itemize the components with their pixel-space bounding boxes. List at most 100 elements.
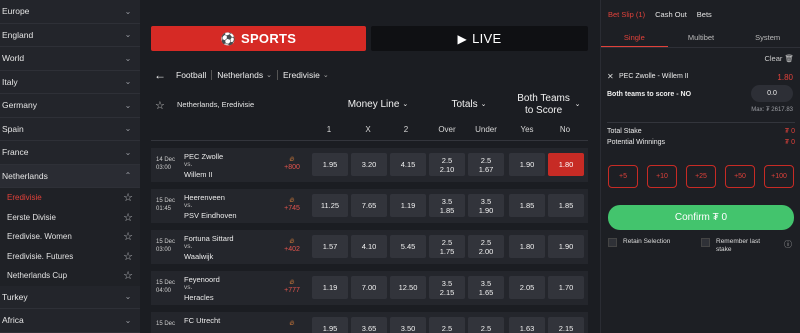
more-markets-link[interactable]: 🔥︎ +777: [279, 279, 305, 296]
breadcrumb-country[interactable]: Netherlands: [217, 70, 263, 80]
odd-button-2[interactable]: 12.50: [390, 276, 426, 299]
breadcrumb-football[interactable]: Football: [176, 70, 206, 80]
star-icon[interactable]: ☆: [122, 250, 134, 263]
star-icon[interactable]: ☆: [151, 99, 171, 112]
retain-selection-checkbox[interactable]: [608, 238, 617, 247]
odd-button-under[interactable]: 2.5 1.67: [468, 153, 504, 176]
odd-button-2[interactable]: 1.19: [390, 194, 426, 217]
stake-input[interactable]: 0.0: [751, 85, 793, 102]
odd-button-1[interactable]: 1.57: [312, 235, 348, 258]
odd-button-2[interactable]: 4.15: [390, 153, 426, 176]
retain-selection-option[interactable]: Retain Selection: [608, 238, 670, 247]
odd-button-over[interactable]: 2.5 2.10: [429, 153, 465, 176]
region-germany[interactable]: Germany ⌄: [0, 94, 140, 118]
odd-button-no-selected[interactable]: 1.80: [548, 153, 584, 176]
region-turkey[interactable]: Turkey ⌄: [0, 286, 140, 309]
odd-button-yes[interactable]: 1.85: [509, 194, 545, 217]
region-europe[interactable]: Europe ⌄: [0, 0, 140, 24]
market-totals-dropdown[interactable]: Totals ⌄: [429, 88, 509, 122]
odd-button-yes[interactable]: 1.63: [509, 317, 545, 333]
more-markets-link[interactable]: 🔥︎ +745: [279, 197, 305, 214]
quick-stake-100[interactable]: +100: [764, 165, 794, 188]
region-france[interactable]: France ⌄: [0, 141, 140, 165]
sports-button[interactable]: ⚽ SPORTS: [151, 26, 366, 51]
tab-bets[interactable]: Bets: [697, 10, 712, 19]
football-icon: ⚽: [220, 31, 236, 46]
tab-bet-slip[interactable]: Bet Slip (1): [608, 10, 645, 19]
star-icon[interactable]: ☆: [122, 211, 134, 224]
quick-stake-5[interactable]: +5: [608, 165, 638, 188]
match-teams[interactable]: Heerenveen vs. PSV Eindhoven: [184, 193, 274, 220]
odd-button-x[interactable]: 3.65: [351, 317, 387, 333]
market-moneyline-dropdown[interactable]: Money Line ⌄: [328, 88, 428, 122]
odd-button-yes[interactable]: 1.90: [509, 153, 545, 176]
mode-system[interactable]: System: [734, 30, 800, 47]
remember-stake-option[interactable]: Remember last stake: [701, 238, 776, 254]
region-spain[interactable]: Spain ⌄: [0, 118, 140, 141]
match-teams[interactable]: Feyenoord vs. Heracles: [184, 275, 274, 302]
odd-value: 3.50: [400, 324, 416, 333]
remember-stake-checkbox[interactable]: [701, 238, 710, 247]
odd-button-x[interactable]: 7.00: [351, 276, 387, 299]
breadcrumb-league[interactable]: Eredivisie: [283, 70, 320, 80]
confirm-button[interactable]: Confirm ₮ 0: [608, 205, 794, 230]
league-eerste-divisie[interactable]: Eerste Divisie ☆: [0, 207, 140, 227]
odd-button-1[interactable]: 1.95: [312, 317, 348, 333]
remove-selection-icon[interactable]: ✕: [607, 72, 614, 81]
home-team: Heerenveen: [184, 193, 225, 202]
clear-button[interactable]: Clear 🗑︎: [764, 54, 794, 63]
odd-button-no[interactable]: 1.85: [548, 194, 584, 217]
region-africa[interactable]: Africa ⌄: [0, 309, 140, 333]
odd-button-no[interactable]: 2.15: [548, 317, 584, 333]
league-eredivisie-futures[interactable]: Eredivisie. Futures ☆: [0, 246, 140, 266]
mode-multibet[interactable]: Multibet: [668, 30, 735, 47]
odd-button-x[interactable]: 7.65: [351, 194, 387, 217]
odd-button-yes[interactable]: 2.05: [509, 276, 545, 299]
odd-button-1[interactable]: 11.25: [312, 194, 348, 217]
odd-button-over[interactable]: 2.5: [429, 317, 465, 333]
tab-cash-out[interactable]: Cash Out: [655, 10, 687, 19]
odd-button-over[interactable]: 3.5 2.15: [429, 276, 465, 299]
odd-button-under[interactable]: 3.5 1.90: [468, 194, 504, 217]
odd-button-under[interactable]: 2.5 2.00: [468, 235, 504, 258]
back-arrow-icon[interactable]: ←: [154, 68, 166, 82]
league-eredivisie-women[interactable]: Eredivise. Women ☆: [0, 227, 140, 247]
mode-single[interactable]: Single: [601, 30, 668, 47]
more-markets-link[interactable]: 🔥︎ +800: [279, 156, 305, 173]
odd-button-2[interactable]: 3.50: [390, 317, 426, 333]
odd-button-1[interactable]: 1.19: [312, 276, 348, 299]
info-icon[interactable]: ⓘ: [784, 239, 792, 250]
odd-button-over[interactable]: 2.5 1.75: [429, 235, 465, 258]
more-markets-link[interactable]: 🔥︎: [279, 320, 305, 328]
market-btts-dropdown[interactable]: Both Teams to Score ⌄: [509, 88, 587, 122]
match-teams[interactable]: PEC Zwolle vs. Willem II: [184, 152, 274, 179]
star-icon[interactable]: ☆: [122, 231, 134, 243]
match-teams[interactable]: FC Utrecht: [184, 316, 274, 325]
quick-stake-50[interactable]: +50: [725, 165, 755, 188]
odd-button-under[interactable]: 3.5 1.65: [468, 276, 504, 299]
odd-value: 11.25: [320, 201, 340, 210]
live-button[interactable]: ▶ LIVE: [371, 26, 588, 51]
odd-button-under[interactable]: 2.5: [468, 317, 504, 333]
star-icon[interactable]: ☆: [122, 192, 134, 204]
quick-stake-25[interactable]: +25: [686, 165, 716, 188]
match-teams[interactable]: Fortuna Sittard vs. Waalwijk: [184, 234, 274, 261]
region-netherlands[interactable]: Netherlands ⌃: [0, 164, 140, 188]
star-icon[interactable]: ☆: [122, 270, 134, 282]
odd-button-no[interactable]: 1.70: [548, 276, 584, 299]
region-italy[interactable]: Italy ⌄: [0, 71, 140, 94]
region-world[interactable]: World ⌄: [0, 47, 140, 71]
league-eredivisie[interactable]: Eredivisie ☆: [0, 188, 140, 208]
total-line: 3.5: [441, 196, 453, 206]
odd-button-x[interactable]: 4.10: [351, 235, 387, 258]
region-england[interactable]: England ⌄: [0, 24, 140, 47]
odd-button-no[interactable]: 1.90: [548, 235, 584, 258]
odd-button-2[interactable]: 5.45: [390, 235, 426, 258]
odd-button-yes[interactable]: 1.80: [509, 235, 545, 258]
odd-button-over[interactable]: 3.5 1.85: [429, 194, 465, 217]
odd-button-1[interactable]: 1.95: [312, 153, 348, 176]
more-markets-link[interactable]: 🔥︎ +402: [279, 238, 305, 255]
quick-stake-10[interactable]: +10: [647, 165, 677, 188]
league-netherlands-cup[interactable]: Netherlands Cup ☆: [0, 266, 140, 286]
odd-button-x[interactable]: 3.20: [351, 153, 387, 176]
